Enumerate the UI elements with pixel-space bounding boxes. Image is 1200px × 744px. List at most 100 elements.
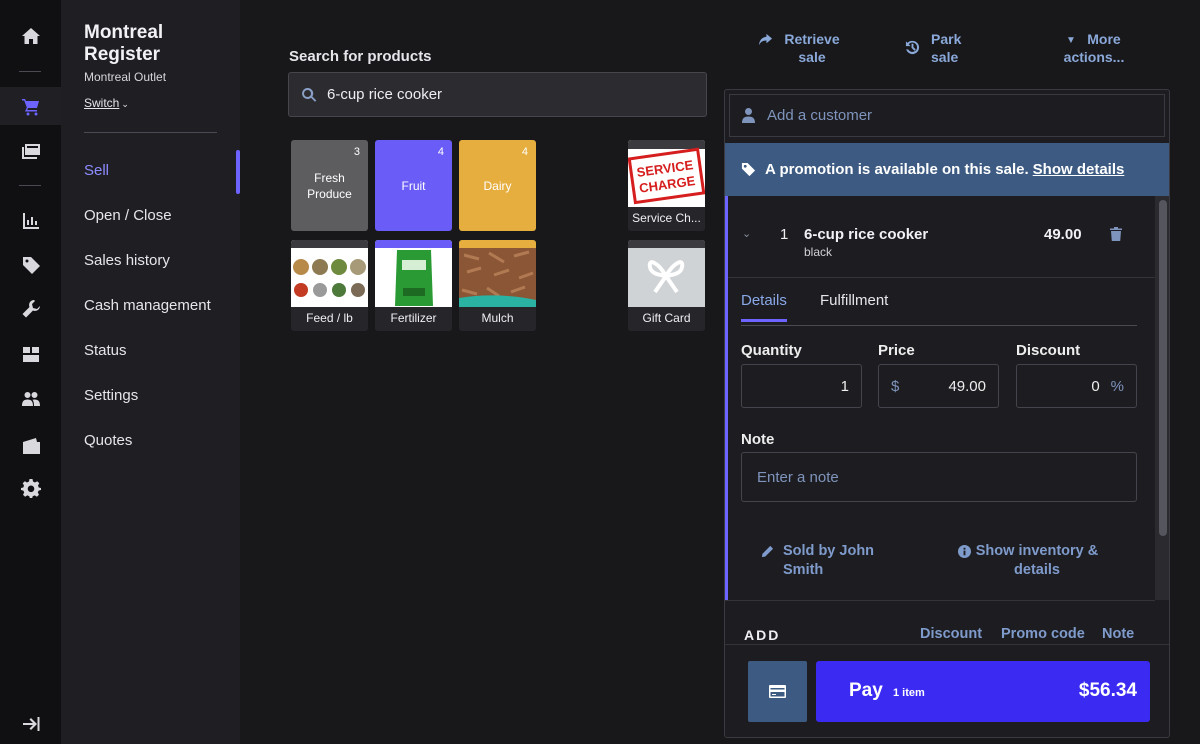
note-input[interactable] [757, 468, 1121, 486]
pay-label: Pay [849, 680, 883, 701]
line-item-price: 49.00 [1044, 226, 1082, 243]
credit-card-icon [769, 685, 786, 698]
note-field [741, 452, 1137, 502]
collapse-icon[interactable] [0, 705, 61, 743]
quantity-field[interactable]: 1 [741, 364, 862, 408]
tab-details[interactable]: Details [741, 292, 787, 322]
active-indicator [236, 150, 240, 194]
promo-banner: A promotion is available on this sale. S… [725, 143, 1169, 196]
pay-item-count: 1 item [893, 687, 925, 699]
tile-count: 3 [353, 146, 360, 158]
price-field[interactable]: $ 49.00 [878, 364, 999, 408]
pay-button[interactable]: Pay 1 item $56.34 [816, 661, 1150, 722]
sidebar-item-cash-management[interactable]: Cash management [84, 295, 211, 340]
history-icon [905, 40, 920, 55]
tile-label: Feed / lb [291, 307, 368, 331]
wrench-icon[interactable] [0, 290, 61, 328]
park-sale-button[interactable]: Park sale [905, 30, 975, 66]
price-label: Price [878, 342, 915, 359]
sidebar-item-quotes[interactable]: Quotes [84, 430, 211, 475]
cart-icon[interactable] [0, 87, 61, 125]
discount-field[interactable]: 0 % [1016, 364, 1137, 408]
retrieve-sale-button[interactable]: Retrieve sale [758, 30, 858, 66]
sold-by-button[interactable]: Sold by John Smith [761, 542, 901, 580]
user-icon [742, 108, 755, 123]
line-item-variant: black [804, 245, 833, 259]
discount-label: Discount [1016, 342, 1081, 359]
caret-down-icon: ▼ [1066, 35, 1076, 46]
sidebar-item-settings[interactable]: Settings [84, 385, 211, 430]
pay-total: $56.34 [1078, 680, 1137, 701]
catalog-icon[interactable] [0, 132, 61, 170]
chevron-down-icon[interactable]: ⌄ [742, 227, 751, 240]
tag-icon [741, 162, 756, 177]
tile-label: Gift Card [628, 307, 705, 331]
register-title: Montreal Register [84, 22, 164, 65]
customers-icon[interactable] [0, 380, 61, 418]
search-icon [302, 87, 317, 102]
home-icon[interactable] [0, 17, 61, 55]
tile-service-charge[interactable]: SERVICE CHARGE Service Ch... [628, 140, 705, 231]
tab-fulfillment[interactable]: Fulfillment [820, 292, 888, 319]
sidebar-item-status[interactable]: Status [84, 340, 211, 385]
tile-dairy[interactable]: 4 Dairy [459, 140, 536, 231]
tile-count: 4 [437, 146, 444, 158]
dollar-prefix: $ [891, 377, 900, 395]
add-label: ADD [744, 627, 781, 643]
feed-image [291, 240, 368, 307]
pencil-icon [761, 545, 774, 558]
service-charge-image: SERVICE CHARGE [628, 140, 705, 207]
show-inventory-button[interactable]: Show inventory & details [958, 542, 1108, 580]
sidebar: Montreal Register Montreal Outlet Switch… [61, 0, 240, 744]
promo-show-details-link[interactable]: Show details [1033, 161, 1125, 178]
gear-icon[interactable] [0, 469, 61, 507]
search-label: Search for products [289, 48, 432, 65]
switch-register-link[interactable]: Switch ⌄ [84, 96, 129, 110]
tile-fruit[interactable]: 4 Fruit [375, 140, 452, 231]
tile-fertilizer[interactable]: Fertilizer [375, 240, 452, 331]
trash-icon[interactable] [1110, 227, 1122, 241]
add-promo-code-link[interactable]: Promo code [1001, 626, 1085, 642]
percent-suffix: % [1110, 377, 1124, 395]
customer-input[interactable] [767, 107, 1147, 124]
search-box [288, 72, 707, 117]
gift-card-image [628, 240, 705, 307]
add-note-link[interactable]: Note [1102, 626, 1134, 642]
sale-panel: A promotion is available on this sale. S… [724, 89, 1170, 738]
tag-icon[interactable] [0, 246, 61, 284]
sidebar-menu: Sell Open / Close Sales history Cash man… [84, 160, 211, 475]
sidebar-item-sales-history[interactable]: Sales history [84, 250, 211, 295]
chevron-down-icon: ⌄ [121, 99, 129, 109]
sidebar-item-open-close[interactable]: Open / Close [84, 205, 211, 250]
icon-rail [0, 0, 61, 744]
tile-gift-card[interactable]: Gift Card [628, 240, 705, 331]
tile-label: Mulch [459, 307, 536, 331]
scrollbar[interactable] [1155, 196, 1169, 600]
outlet-name: Montreal Outlet [84, 70, 167, 84]
tile-mulch[interactable]: Mulch [459, 240, 536, 331]
tile-count: 4 [521, 146, 528, 158]
tile-label: Service Ch... [628, 207, 705, 231]
add-row: ADD Discount Promo code Note [725, 600, 1155, 644]
info-icon [958, 545, 971, 558]
fertilizer-image [375, 240, 452, 307]
line-item-tabs: Details Fulfillment [741, 292, 1137, 326]
sidebar-item-sell[interactable]: Sell [84, 160, 211, 205]
note-label: Note [741, 431, 775, 448]
add-discount-link[interactable]: Discount [920, 626, 982, 642]
inventory-icon[interactable] [0, 335, 61, 373]
pay-area: Pay 1 item $56.34 [725, 644, 1169, 737]
more-actions-button[interactable]: ▼ More actions... [1058, 30, 1130, 66]
mulch-image [459, 240, 536, 307]
search-input[interactable] [327, 86, 687, 103]
reports-icon[interactable] [0, 202, 61, 240]
line-item-header[interactable]: ⌄ 1 6-cup rice cooker black 49.00 [728, 196, 1155, 278]
line-item-qty: 1 [780, 226, 789, 243]
payment-card-button[interactable] [748, 661, 807, 722]
tile-fresh-produce[interactable]: 3 Fresh Produce [291, 140, 368, 231]
tile-label: Dairy [483, 179, 512, 193]
wallet-icon[interactable] [0, 427, 61, 465]
line-item: ⌄ 1 6-cup rice cooker black 49.00 Detail… [725, 196, 1155, 600]
promo-text: A promotion is available on this sale. [765, 161, 1029, 178]
tile-feed[interactable]: Feed / lb [291, 240, 368, 331]
